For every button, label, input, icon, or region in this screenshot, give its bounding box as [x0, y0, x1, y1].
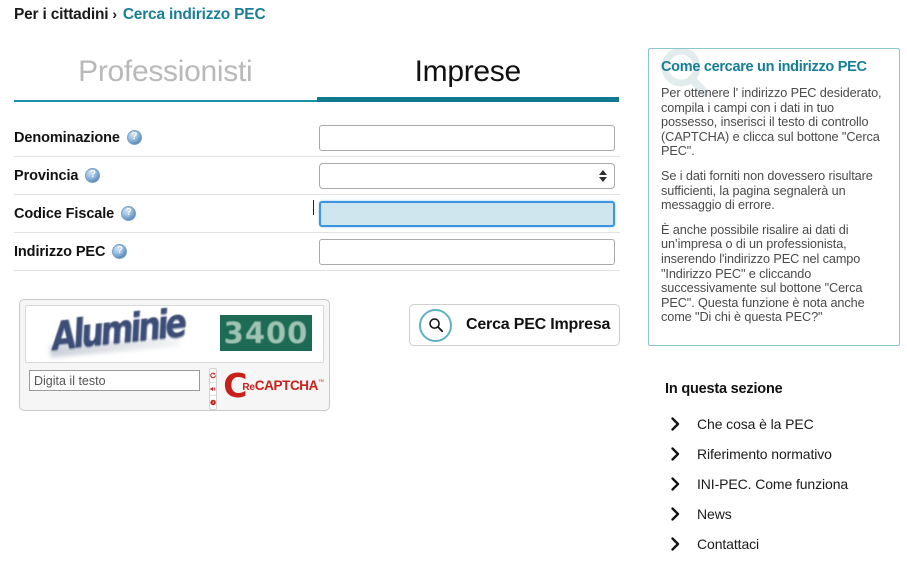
recaptcha-logo-text: ReCAPTCHA™: [242, 378, 324, 394]
section-link-news[interactable]: News: [665, 499, 900, 529]
stepper-arrows-icon: [599, 169, 607, 182]
label-provincia-text: Provincia: [14, 167, 79, 184]
chevron-right-icon: [665, 447, 697, 461]
captcha-tool-buttons: ?: [209, 368, 218, 410]
tab-imprese-underline: [316, 97, 619, 102]
section-link-che-cosa-e-la-pec[interactable]: Che cosa è la PEC: [665, 409, 900, 439]
section-link-label: Riferimento normativo: [697, 446, 832, 462]
denominazione-input[interactable]: [319, 124, 615, 151]
section-link-label: INI-PEC. Come funziona: [697, 476, 849, 492]
chevron-right-icon: [665, 417, 697, 431]
info-panel-paragraph-2: Se i dati forniti non dovessero risultar…: [661, 168, 873, 213]
audio-icon[interactable]: [210, 383, 217, 397]
help-question-icon-provincia[interactable]: [85, 168, 101, 183]
section-link-contattaci[interactable]: Contattaci: [665, 529, 900, 559]
captcha-input[interactable]: [29, 370, 200, 391]
label-provincia: Provincia: [14, 168, 314, 184]
captcha-digits-block: 3400: [220, 315, 312, 351]
section-link-label: Che cosa è la PEC: [697, 416, 814, 432]
breadcrumb-separator-icon: ›: [112, 6, 117, 22]
captcha-word-text: Aluminie: [49, 305, 186, 360]
tab-professionisti[interactable]: Professionisti: [14, 42, 317, 102]
provincia-select[interactable]: [319, 162, 615, 189]
form-row-denominazione: Denominazione: [14, 119, 620, 157]
chevron-right-icon: [665, 507, 697, 521]
help-question-icon-denominazione[interactable]: [126, 130, 142, 145]
section-title: In questa sezione: [665, 381, 783, 397]
captcha-digits-text: 3400: [223, 316, 309, 350]
help-question-icon-codice-fiscale[interactable]: [121, 206, 137, 221]
chevron-right-icon: [665, 477, 697, 491]
captcha-challenge-image: Aluminie 3400: [25, 305, 324, 363]
label-indirizzo-pec-text: Indirizzo PEC: [14, 243, 106, 260]
cerca-pec-impresa-button[interactable]: Cerca PEC Impresa: [409, 304, 620, 346]
section-link-label: Contattaci: [697, 536, 760, 552]
breadcrumb: Per i cittadini › Cerca indirizzo PEC: [14, 6, 266, 24]
recaptcha-widget: Aluminie 3400 ?: [19, 299, 330, 411]
info-panel-paragraph-1: Per ottenere l' indirizzo PEC desiderato…: [661, 86, 882, 159]
section-link-ini-pec-come-funziona[interactable]: INI-PEC. Come funziona: [665, 469, 900, 499]
text-cursor: [313, 200, 314, 215]
info-panel-paragraph-3: È anche possibile risalire ai dati di un…: [661, 222, 865, 325]
form-row-codice-fiscale: Codice Fiscale: [14, 195, 620, 233]
label-denominazione: Denominazione: [14, 130, 314, 146]
info-panel-title: Come cercare un indirizzo PEC: [661, 59, 867, 75]
label-codice-fiscale: Codice Fiscale: [14, 206, 314, 222]
refresh-icon[interactable]: [210, 369, 217, 383]
section-link-label: News: [697, 506, 732, 522]
label-indirizzo-pec: Indirizzo PEC: [14, 244, 314, 260]
indirizzo-pec-input[interactable]: [319, 238, 615, 265]
info-panel: Come cercare un indirizzo PEC Per ottene…: [648, 48, 900, 346]
tab-imprese-label: Imprese: [414, 55, 522, 88]
tab-professionisti-label: Professionisti: [78, 55, 253, 88]
tab-bar: Professionisti Imprese: [14, 42, 619, 102]
recaptcha-logo-captcha: CAPTCHA: [254, 378, 319, 393]
search-form: Denominazione Provincia Codice Fiscale I…: [14, 119, 620, 271]
chevron-right-icon: [665, 537, 697, 551]
tab-imprese[interactable]: Imprese: [316, 42, 619, 102]
search-icon: [419, 308, 452, 342]
cerca-pec-impresa-label: Cerca PEC Impresa: [466, 316, 611, 333]
form-row-indirizzo-pec: Indirizzo PEC: [14, 233, 620, 271]
in-questa-sezione: In questa sezione Che cosa è la PEC Rife…: [665, 381, 900, 559]
label-codice-fiscale-text: Codice Fiscale: [14, 205, 115, 222]
codice-fiscale-input[interactable]: [319, 200, 615, 227]
label-denominazione-text: Denominazione: [14, 129, 120, 146]
help-question-icon-indirizzo-pec[interactable]: [112, 244, 128, 259]
recaptcha-logo-re: Re: [242, 382, 255, 393]
breadcrumb-root[interactable]: Per i cittadini: [14, 6, 109, 23]
recaptcha-logo: C ReCAPTCHA™: [223, 369, 324, 402]
section-link-riferimento-normativo[interactable]: Riferimento normativo: [665, 439, 900, 469]
help-icon[interactable]: ?: [210, 396, 216, 409]
form-row-provincia: Provincia: [14, 157, 620, 195]
captcha-controls: ? C ReCAPTCHA™: [25, 368, 324, 410]
tab-professionisti-underline: [14, 100, 317, 102]
recaptcha-logo-tm: ™: [318, 379, 324, 386]
breadcrumb-current: Cerca indirizzo PEC: [122, 6, 266, 23]
